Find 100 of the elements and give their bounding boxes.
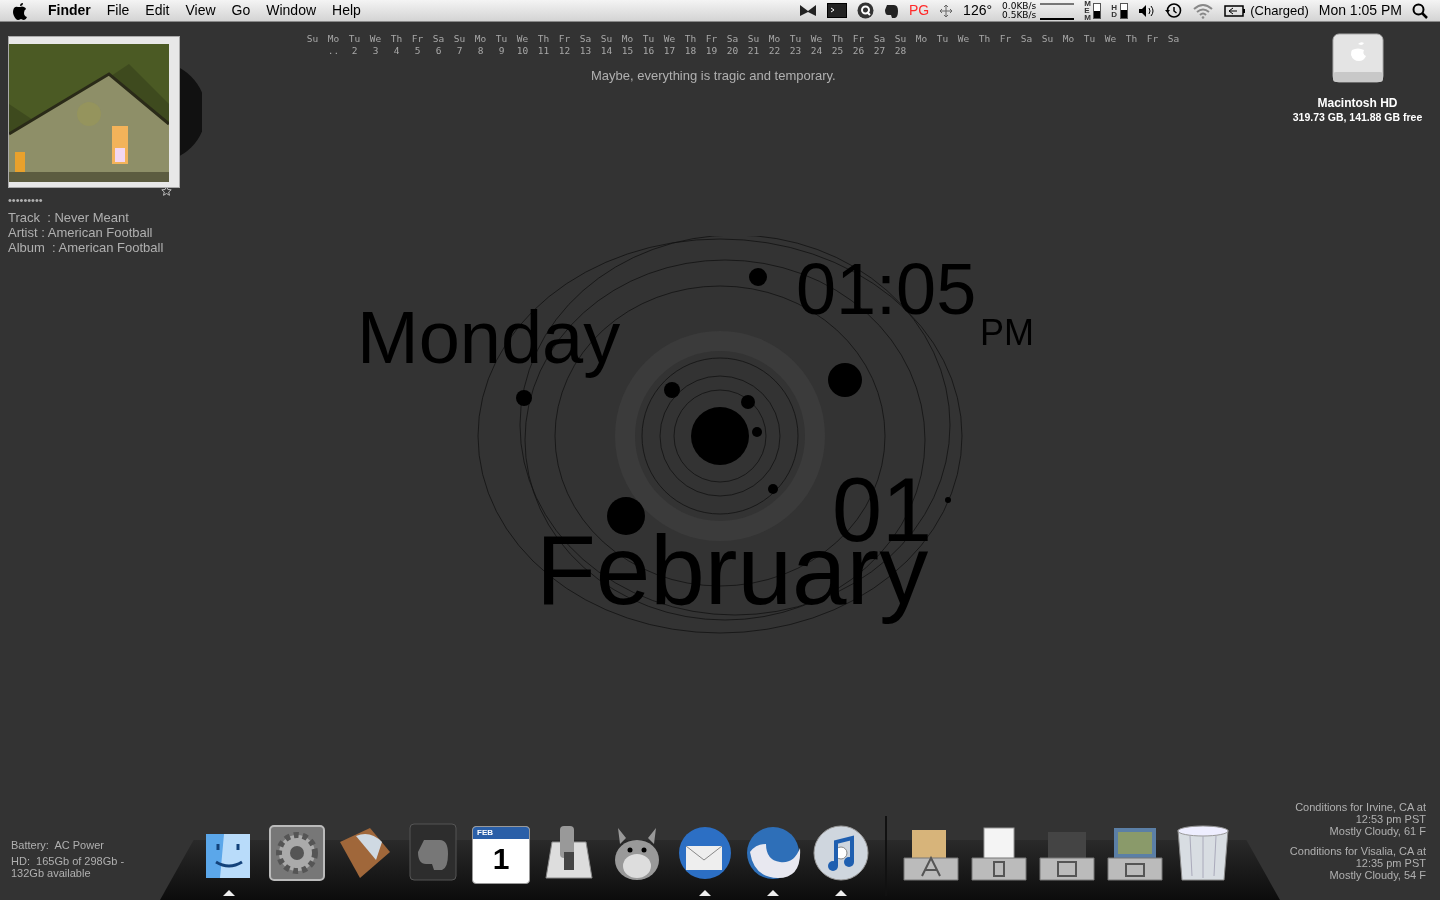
weekday-label: Su — [1040, 33, 1055, 45]
weekday-label: Tu — [641, 33, 656, 45]
system-info-text: Battery: AC Power — [11, 839, 105, 851]
system-info-text: HD: 165Gb of 298Gb - 132Gb available — [11, 855, 125, 879]
weekday-label: Th — [536, 33, 551, 45]
weekday-label: Sa — [578, 33, 593, 45]
weekday-label: Sa — [1166, 33, 1181, 45]
weekday-label: Su — [599, 33, 614, 45]
weekday-label: We — [515, 33, 530, 45]
menu-item[interactable]: View — [185, 0, 216, 21]
date-label: 28 — [893, 45, 908, 57]
menu-item[interactable]: File — [106, 0, 130, 21]
weekday-label: Fr — [1145, 33, 1160, 45]
weekday-label: We — [956, 33, 971, 45]
quote-text: Maybe, everything is tragic and temporary. — [591, 67, 836, 85]
weekday-label: Th — [1124, 33, 1139, 45]
date-label: 4 — [392, 45, 401, 57]
weekday-label: Su — [746, 33, 761, 45]
weekday-label: Th — [977, 33, 992, 45]
calendar-day: 1 — [473, 839, 529, 879]
date-label: 12 — [557, 45, 572, 57]
weekday-label: Sa — [872, 33, 887, 45]
meter-label: HD — [1111, 3, 1118, 18]
date-label: 13 — [578, 45, 593, 57]
date-label: 19 — [704, 45, 719, 57]
date-label: 18 — [683, 45, 698, 57]
weekday-label: Mo — [326, 33, 341, 45]
weekday-label: Fr — [410, 33, 425, 45]
weekday-label: Fr — [704, 33, 719, 45]
weekday-label: Tu — [788, 33, 803, 45]
weekday-label: Fr — [557, 33, 572, 45]
weekday-label: Mo — [473, 33, 488, 45]
date-label: 22 — [767, 45, 782, 57]
download-rate: 0.5KB/s — [1002, 10, 1037, 20]
date-label: 17 — [662, 45, 677, 57]
weekday-label: Sa — [431, 33, 446, 45]
menu-item[interactable]: Go — [231, 0, 251, 21]
status-text[interactable]: Mon 1:05 PM — [1318, 0, 1402, 21]
weekday-label: Tu — [347, 33, 362, 45]
upload-rate: 0.0KB/s — [1002, 1, 1037, 11]
date-label: 21 — [746, 45, 761, 57]
calendar-month: FEB — [473, 827, 529, 839]
date-label: 5 — [413, 45, 422, 57]
weekday-label: Su — [305, 33, 320, 45]
date-label: 2 — [350, 45, 359, 57]
date-label: 27 — [872, 45, 887, 57]
weekday-label: Su — [452, 33, 467, 45]
weekday-label: Tu — [494, 33, 509, 45]
app-menu[interactable]: Finder — [48, 0, 91, 21]
battery-status[interactable]: (Charged) — [1250, 0, 1309, 21]
drive-name: Macintosh HD — [1317, 96, 1398, 111]
track-info-line: Track : Never Meant — [8, 210, 130, 225]
date-label: 14 — [599, 45, 614, 57]
weather-line: Conditions for Irvine, CA at — [1295, 801, 1426, 813]
weekday-label: Sa — [725, 33, 740, 45]
weekday-label: Th — [389, 33, 404, 45]
rating-dots: ••••••••• — [8, 194, 43, 206]
weather-line: 12:35 pm PST — [1355, 857, 1426, 869]
date-label: 15 — [620, 45, 635, 57]
date-label: 16 — [641, 45, 656, 57]
weekday-label: Mo — [914, 33, 929, 45]
meter-label: MEM — [1084, 0, 1092, 21]
track-info-line: Artist : American Football — [8, 225, 154, 240]
weekday-label: Tu — [1082, 33, 1097, 45]
date-label: 26 — [851, 45, 866, 57]
weekday-label: Th — [683, 33, 698, 45]
date-label: 25 — [830, 45, 845, 57]
weekday-label: Th — [830, 33, 845, 45]
date-label: 6 — [434, 45, 443, 57]
menu-item[interactable]: Edit — [145, 0, 170, 21]
calendar-icon[interactable]: FEB 1 — [472, 826, 530, 884]
weekday-label: Mo — [1061, 33, 1076, 45]
weather-line: Conditions for Visalia, CA at — [1289, 845, 1426, 857]
weekday-label: We — [809, 33, 824, 45]
weekday-label: Mo — [620, 33, 635, 45]
drive-capacity: 319.73 GB, 141.88 GB free — [1292, 111, 1423, 124]
weather-line: 12:53 pm PST — [1355, 813, 1426, 825]
track-info-line: Album : American Football — [8, 240, 165, 255]
weekday-label: We — [368, 33, 383, 45]
weather-line: Mostly Cloudy, 54 F — [1329, 869, 1426, 881]
weekday-label: Sa — [1019, 33, 1034, 45]
date-label: 10 — [515, 45, 530, 57]
status-text[interactable]: 126° — [963, 0, 993, 21]
weekday-label: Mo — [767, 33, 782, 45]
menu-item[interactable]: Help — [332, 0, 361, 21]
weekday-label: Tu — [935, 33, 950, 45]
date-label: 8 — [476, 45, 485, 57]
weekday-label: Fr — [998, 33, 1013, 45]
menu-item[interactable]: Window — [266, 0, 317, 21]
date-label: 9 — [497, 45, 506, 57]
weekday-label: We — [662, 33, 677, 45]
date-label: 11 — [536, 45, 551, 57]
weekday-label: We — [1103, 33, 1118, 45]
weather-line: Mostly Cloudy, 61 F — [1329, 825, 1426, 837]
weekday-label: Fr — [851, 33, 866, 45]
weekday-label: Su — [893, 33, 908, 45]
date-label: 20 — [725, 45, 740, 57]
date-label: .. — [326, 45, 341, 57]
date-label: 7 — [455, 45, 464, 57]
date-label: 24 — [809, 45, 824, 57]
